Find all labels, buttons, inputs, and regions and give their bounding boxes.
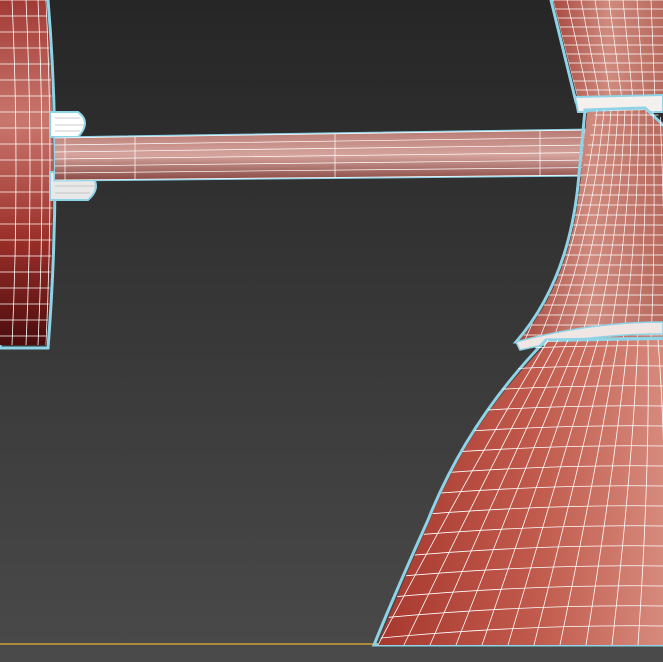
3d-viewport[interactable] <box>0 0 663 662</box>
wall-disc-body <box>0 0 53 345</box>
arm-rod[interactable] <box>53 128 594 182</box>
viewport-canvas[interactable] <box>0 0 663 662</box>
